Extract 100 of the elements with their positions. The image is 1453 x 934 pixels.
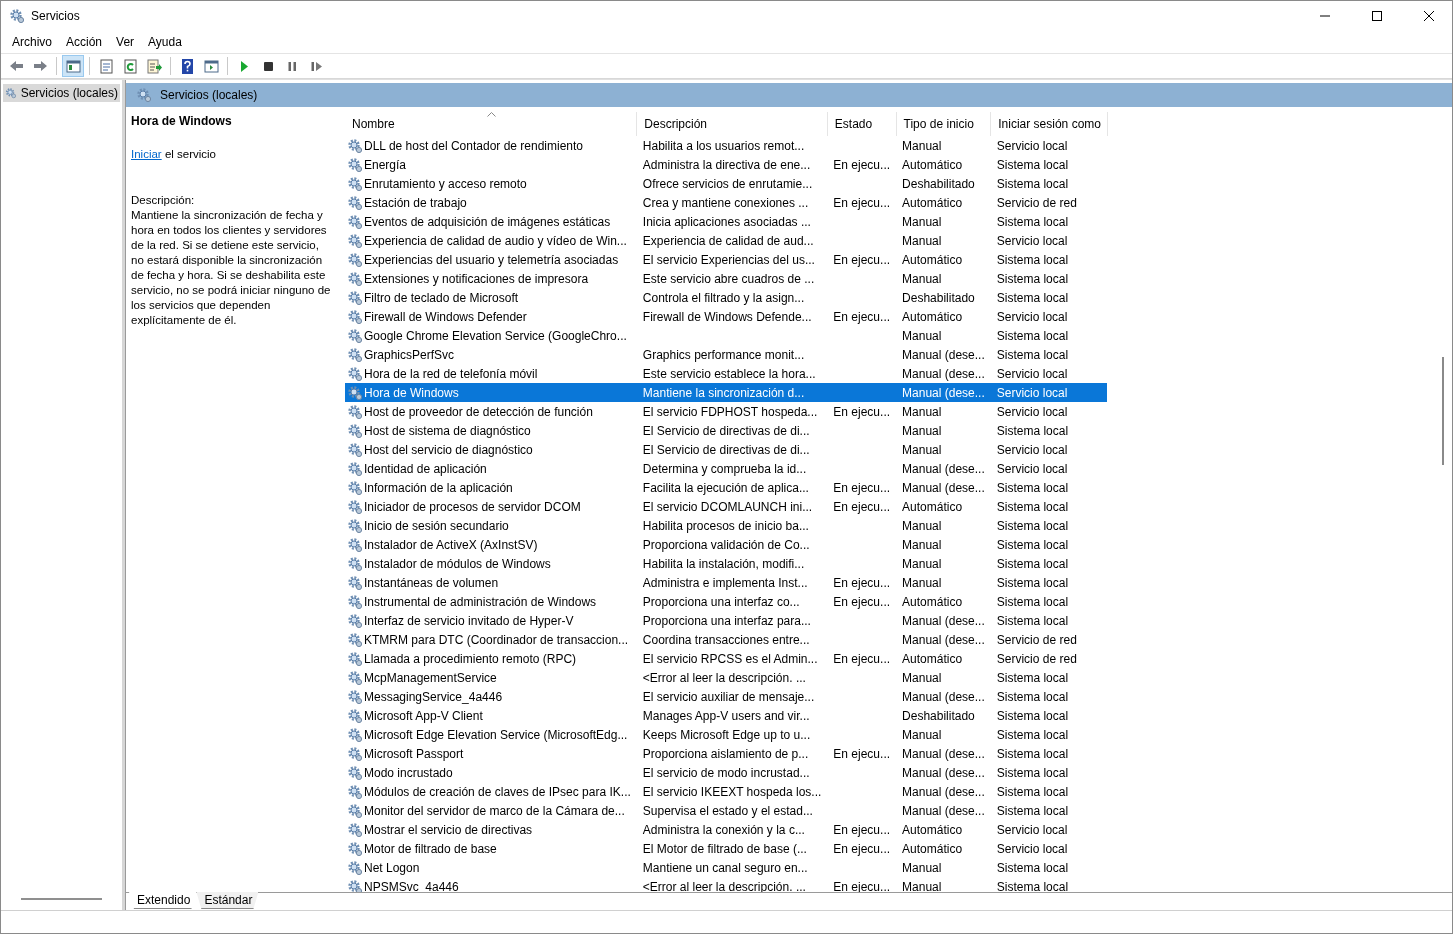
table-cell-text: Ofrece servicios de enrutamie... <box>641 175 814 193</box>
service-row[interactable]: GraphicsPerfSvc Graphics performance monit... Manual (dese... Sistema local <box>345 345 1108 364</box>
table-cell-text: En ejecu... <box>832 308 892 326</box>
table-cell-text: Automático <box>901 308 964 326</box>
service-row[interactable]: Energía Administra la directiva de ene... En ejecu... Automático Sistema local <box>345 155 1108 174</box>
menu-item[interactable]: Ver <box>109 35 142 49</box>
service-row[interactable]: Filtro de teclado de Microsoft Controla el filtrado y la asign... Deshabilitado Sistema local <box>345 288 1108 307</box>
service-row[interactable]: Microsoft Passport Proporciona aislamiento de p... En ejecu... Manual (dese... Sistema local <box>345 744 1108 763</box>
service-row[interactable]: Motor de filtrado de base El Motor de filtrado de base (... En ejecu... Automático Servicio local <box>345 839 1108 858</box>
table-cell-text: En ejecu... <box>832 745 892 763</box>
service-row[interactable]: Instalador de módulos de Windows Habilita la instalación, modifi... Manual Sistema local <box>345 554 1108 573</box>
table-cell-text: Sistema local <box>995 745 1070 763</box>
table-cell-text: Automático <box>901 194 964 212</box>
service-gear-icon <box>347 745 363 762</box>
table-cell-text: Administra e implementa Inst... <box>641 574 809 592</box>
service-row[interactable]: Google Chrome Elevation Service (GoogleChro... Manual Sistema local <box>345 326 1108 345</box>
table-cell: Servicio local <box>990 364 1108 383</box>
service-row[interactable]: Mostrar el servicio de directivas Administra la conexión y la c... En ejecu... Automático Servicio local <box>345 820 1108 839</box>
service-gear-icon <box>347 536 363 553</box>
table-cell-text: Manual (dese... <box>901 479 986 497</box>
service-row[interactable]: Microsoft Edge Elevation Service (MicrosoftEdg... Keeps Microsoft Edge up to u... Manual Sistema local <box>345 725 1108 744</box>
service-gear-icon <box>347 346 363 363</box>
table-cell: Mostrar el servicio de directivas <box>364 822 533 837</box>
service-row[interactable]: Host del servicio de diagnóstico El Servicio de directivas de di... Manual Servicio local <box>345 440 1108 459</box>
service-row[interactable]: Eventos de adquisición de imágenes estáticas Inicia aplicaciones asociadas ... Manual Sistema local <box>345 212 1108 231</box>
service-gear-icon <box>347 821 363 838</box>
table-cell: Motor de filtrado de base <box>364 841 497 856</box>
column-header[interactable]: Iniciar sesión como <box>990 112 1108 136</box>
table-cell: Enrutamiento y acceso remoto <box>364 176 527 191</box>
table-cell-text: Servicio local <box>995 821 1069 839</box>
toolbar-button[interactable] <box>62 55 84 77</box>
service-row[interactable]: Monitor del servidor de marco de la Cámara de... Supervisa el estado y el estad... Manual (dese... Sistema local <box>345 801 1108 820</box>
table-cell-text: Sistema local <box>995 289 1070 307</box>
service-row[interactable]: Extensiones y notificaciones de impresora Este servicio abre cuadros de ... Manual Sistema local <box>345 269 1108 288</box>
table-cell-text: Manual <box>901 726 943 744</box>
table-cell-text: El servicio auxiliar de mensaje... <box>641 688 816 706</box>
column-header[interactable]: Nombre <box>345 112 637 136</box>
service-row[interactable]: Módulos de creación de claves de IPsec para IK... El servicio IKEEXT hospeda los... Manual (dese... Sistema local <box>345 782 1108 801</box>
service-row[interactable]: Net Logon Mantiene un canal seguro en... Manual Sistema local <box>345 858 1108 877</box>
table-cell-text: El servicio RPCSS es el Admin... <box>641 650 819 668</box>
export-list-icon <box>145 57 163 75</box>
table-cell-text: Automático <box>901 840 964 858</box>
table-cell: Microsoft Edge Elevation Service (MicrosoftEdg... <box>364 727 628 742</box>
service-gear-icon <box>347 251 363 268</box>
service-row[interactable]: Host de sistema de diagnóstico El Servicio de directivas de di... Manual Sistema local <box>345 421 1108 440</box>
service-row[interactable]: Llamada a procedimiento remoto (RPC) El servicio RPCSS es el Admin... En ejecu... Automático Servicio de red <box>345 649 1108 668</box>
service-row[interactable]: Experiencia de calidad de audio y vídeo de Win... Experiencia de calidad de aud... Manual Servicio local <box>345 231 1108 250</box>
table-cell-text: Manual (dese... <box>901 460 986 478</box>
service-row[interactable]: Modo incrustado El servicio de modo incrustad... Manual (dese... Sistema local <box>345 763 1108 782</box>
service-row[interactable]: Hora de la red de telefonía móvil Este servicio establece la hora... Manual (dese... Servicio local <box>345 364 1108 383</box>
service-row[interactable]: MessagingService_4a446 El servicio auxiliar de mensaje... Manual (dese... Sistema local <box>345 687 1108 706</box>
table-cell: Iniciador de procesos de servidor DCOM <box>364 499 581 514</box>
table-cell: Información de la aplicación <box>364 480 513 495</box>
column-header[interactable]: Tipo de inicio <box>896 112 991 136</box>
service-row[interactable]: Inicio de sesión secundario Habilita procesos de inicio ba... Manual Sistema local <box>345 516 1108 535</box>
table-cell: Manual (dese... <box>896 364 991 383</box>
table-cell-text: El servicio DCOMLAUNCH ini... <box>641 498 814 516</box>
service-row[interactable]: DLL de host del Contador de rendimiento Habilita a los usuarios remot... Manual Servicio local <box>345 136 1108 155</box>
table-cell-text: Servicio de red <box>995 194 1078 212</box>
service-row[interactable]: Firewall de Windows Defender Firewall de Windows Defende... En ejecu... Automático Servicio local <box>345 307 1108 326</box>
table-cell-text: Servicio local <box>995 460 1069 478</box>
start-link[interactable]: Iniciar <box>131 148 162 160</box>
service-row[interactable]: McpManagementService <Error al leer la descripción. ... Manual Sistema local <box>345 668 1108 687</box>
table-cell: Host del servicio de diagnóstico <box>364 442 533 457</box>
service-gear-icon <box>347 574 363 591</box>
service-row[interactable]: Información de la aplicación Facilita la ejecución de aplica... En ejecu... Manual (dese... Sistema local <box>345 478 1108 497</box>
table-cell-text: Manual (dese... <box>901 802 986 820</box>
service-row[interactable]: Experiencias del usuario y telemetría asociadas El servicio Experiencias del us... En ejecu... Automático Sistema local <box>345 250 1108 269</box>
service-row[interactable]: Iniciador de procesos de servidor DCOM El servicio DCOMLAUNCH ini... En ejecu... Automático Sistema local <box>345 497 1108 516</box>
table-cell-text: Manual <box>901 878 943 892</box>
table-cell-text: Automático <box>901 498 964 516</box>
table-cell: Llamada a procedimiento remoto (RPC) <box>364 651 577 666</box>
column-header[interactable]: Estado <box>827 112 897 136</box>
service-row[interactable]: Hora de Windows Mantiene la sincronización d... Manual (dese... Servicio local <box>345 383 1108 402</box>
service-row[interactable]: Estación de trabajo Crea y mantiene conexiones ... En ejecu... Automático Servicio de red <box>345 193 1108 212</box>
table-cell-text: En ejecu... <box>832 593 892 611</box>
service-row[interactable]: Instantáneas de volumen Administra e implementa Inst... En ejecu... Manual Sistema local <box>345 573 1108 592</box>
table-cell: Hora de la red de telefonía móvil <box>364 366 538 381</box>
service-row[interactable]: Enrutamiento y acceso remoto Ofrece servicios de enrutamie... Deshabilitado Sistema local <box>345 174 1108 193</box>
service-gear-icon <box>347 137 363 154</box>
service-row[interactable]: Host de proveedor de detección de función El servicio FDPHOST hospeda... En ejecu... Manual Servicio local <box>345 402 1108 421</box>
menu-item[interactable]: Ayuda <box>141 35 189 49</box>
service-row[interactable]: Interfaz de servicio invitado de Hyper-V Proporciona una interfaz para... Manual (dese... Sistema local <box>345 611 1108 630</box>
service-row[interactable]: Microsoft App-V Client Manages App-V users and vir... Deshabilitado Sistema local <box>345 706 1108 725</box>
column-header[interactable]: Descripción <box>636 112 828 136</box>
service-row[interactable]: KTMRM para DTC (Coordinador de transaccion... Coordina transacciones entre... Manual (dese... Servicio de red <box>345 630 1108 649</box>
view-tab[interactable]: Estándar <box>196 892 259 909</box>
table-cell: Instalador de ActiveX (AxInstSV) <box>364 537 538 552</box>
tree-item[interactable]: Servicios (locales) <box>3 84 120 102</box>
view-tab[interactable]: Extendido <box>129 892 197 909</box>
menu-item[interactable]: Archivo <box>5 35 59 49</box>
table-cell-text: En ejecu... <box>832 194 892 212</box>
menu-item[interactable]: Acción <box>59 35 110 49</box>
service-row[interactable]: Instalador de ActiveX (AxInstSV) Proporciona validación de Co... Manual Sistema local <box>345 535 1108 554</box>
table-cell-text: En ejecu... <box>832 840 892 858</box>
service-row[interactable]: Instrumental de administración de Windows Proporciona una interfaz co... En ejecu... Automático Sistema local <box>345 592 1108 611</box>
table-cell-text: Sistema local <box>995 783 1070 801</box>
scrollbar-thumb[interactable] <box>1442 357 1444 465</box>
service-gear-icon <box>347 232 363 249</box>
service-row[interactable]: Identidad de aplicación Determina y comprueba la id... Manual (dese... Servicio local <box>345 459 1108 478</box>
